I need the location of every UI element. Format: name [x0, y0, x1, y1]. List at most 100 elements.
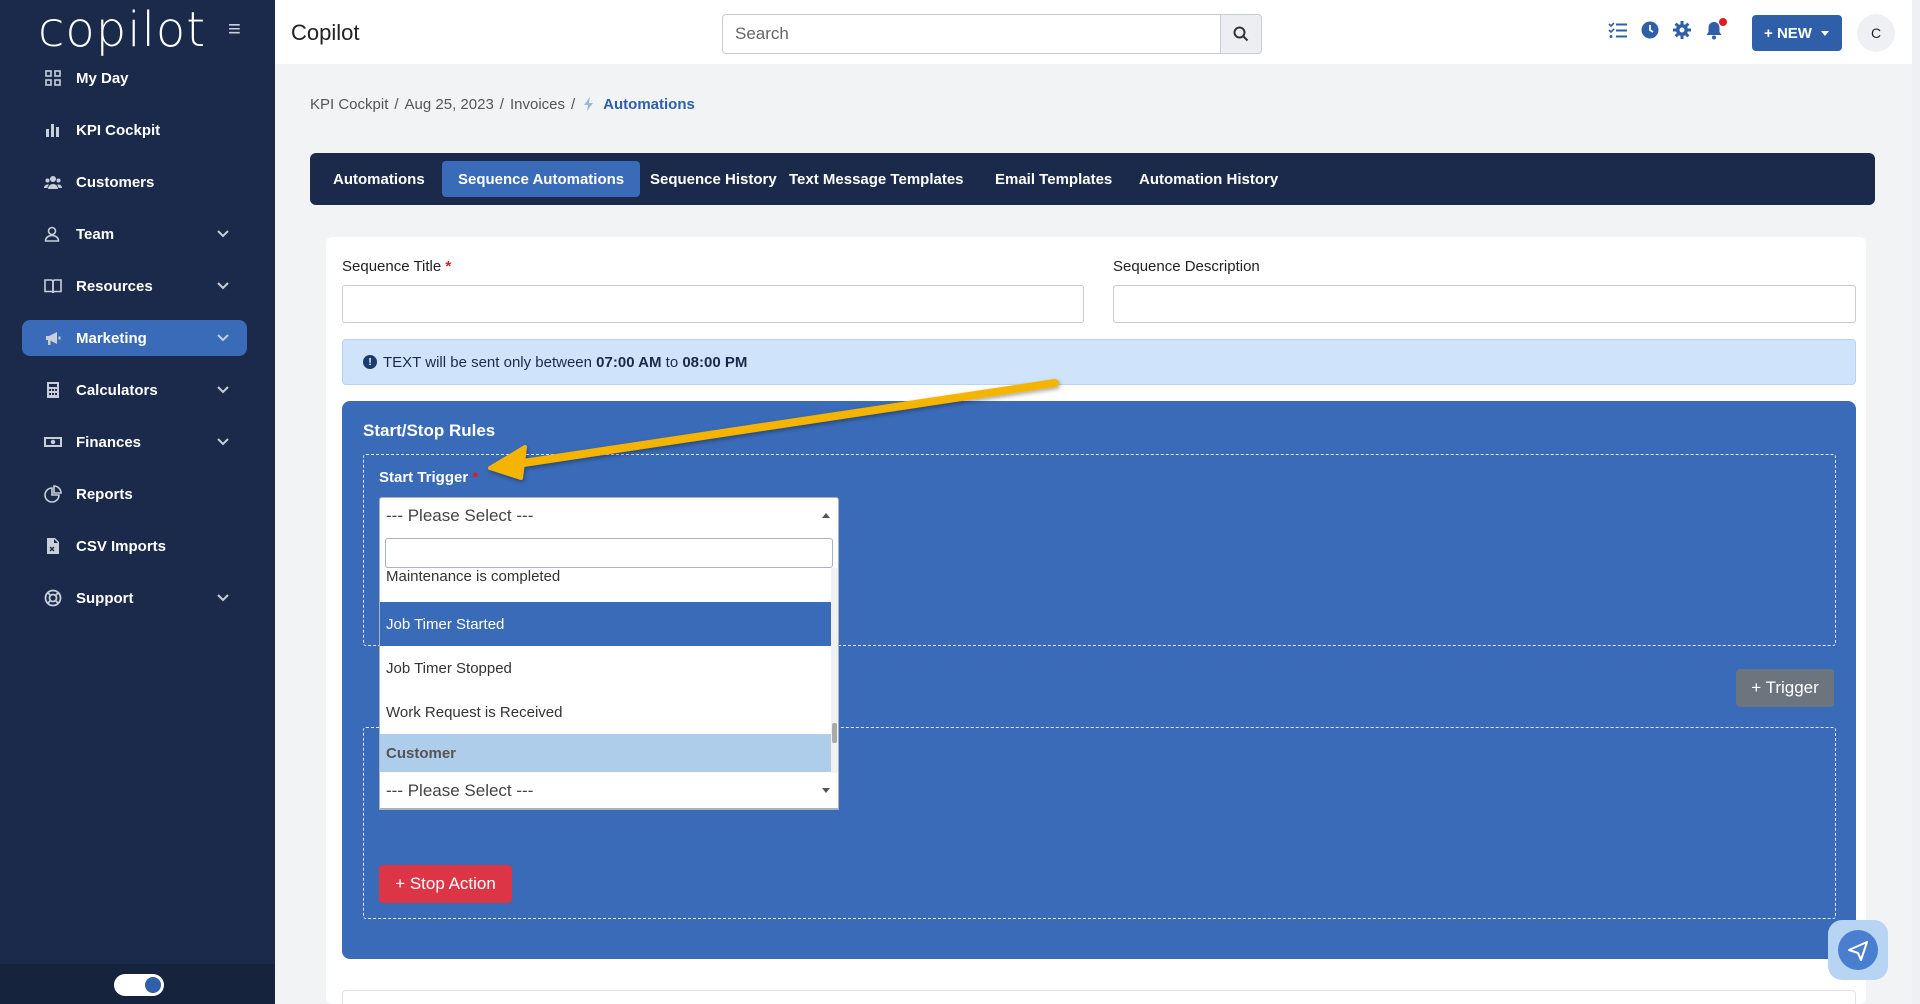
- search-icon: [1233, 26, 1249, 42]
- sidebar-item-team[interactable]: Team: [22, 216, 247, 252]
- theme-toggle[interactable]: [114, 974, 164, 996]
- sidebar-item-reports[interactable]: Reports: [22, 476, 247, 512]
- sidebar-item-label: Reports: [76, 485, 133, 503]
- info-end-time: 08:00 PM: [682, 353, 748, 371]
- sidebar-item-support[interactable]: Support: [22, 580, 247, 616]
- lightning-icon: [584, 97, 594, 111]
- new-button-label: + NEW: [1764, 24, 1812, 42]
- required-marker: *: [445, 258, 452, 275]
- breadcrumb-link[interactable]: Aug 25, 2023: [405, 96, 494, 113]
- file-csv-icon: [44, 537, 62, 555]
- clock-icon[interactable]: [1640, 20, 1660, 40]
- stop-action-select[interactable]: --- Please Select ---: [379, 773, 839, 809]
- calculator-icon: [44, 381, 62, 399]
- dropdown-option[interactable]: Maintenance is completed: [380, 568, 833, 588]
- sequence-title-label-text: Sequence Title: [342, 258, 442, 275]
- start-trigger-label-text: Start Trigger: [379, 469, 469, 486]
- caret-down-icon: [822, 788, 830, 793]
- tab-automation-history[interactable]: Automation History: [1123, 161, 1294, 197]
- dropdown-option[interactable]: Job Timer Stopped: [380, 646, 833, 690]
- sidebar-item-my-day[interactable]: My Day: [22, 60, 247, 96]
- sidebar-item-customers[interactable]: Customers: [22, 164, 247, 200]
- sequence-description-input[interactable]: [1113, 285, 1856, 323]
- sequence-title-input[interactable]: [342, 285, 1084, 323]
- gear-icon[interactable]: [1672, 20, 1692, 40]
- dropdown-search-input[interactable]: [385, 538, 833, 568]
- breadcrumb-link[interactable]: KPI Cockpit: [310, 96, 388, 113]
- sidebar-item-finances[interactable]: Finances: [22, 424, 247, 460]
- sidebar-item-kpi-cockpit[interactable]: KPI Cockpit: [22, 112, 247, 148]
- chat-button[interactable]: [1828, 920, 1888, 980]
- sidebar-nav: My Day KPI Cockpit Customers Team Resour…: [22, 60, 247, 632]
- paper-plane-icon: [1838, 930, 1878, 970]
- tab-automations[interactable]: Automations: [317, 161, 441, 197]
- tab-text-message-templates[interactable]: Text Message Templates: [773, 161, 980, 197]
- dropdown-scroll-thumb[interactable]: [832, 723, 837, 743]
- new-button[interactable]: + NEW: [1752, 15, 1842, 51]
- bell-icon[interactable]: [1704, 18, 1727, 40]
- sidebar-item-marketing[interactable]: Marketing: [22, 320, 247, 356]
- sun-icon: [145, 977, 161, 993]
- caret-up-icon: [822, 513, 830, 518]
- chevron-down-icon: [217, 594, 229, 602]
- sidebar-item-label: Resources: [76, 277, 153, 295]
- sidebar-item-csv-imports[interactable]: CSV Imports: [22, 528, 247, 564]
- sidebar-item-calculators[interactable]: Calculators: [22, 372, 247, 408]
- info-prefix: TEXT will be sent only between: [383, 353, 592, 371]
- sidebar-item-label: My Day: [76, 69, 129, 87]
- sidebar: copilot ≡ My Day KPI Cockpit Customers T…: [0, 0, 275, 1004]
- breadcrumb-link[interactable]: Invoices: [510, 96, 565, 113]
- dropdown-option-group: Customer: [380, 734, 833, 772]
- users-icon: [44, 173, 62, 191]
- lifebuoy-icon: [44, 589, 62, 607]
- sidebar-item-label: Support: [76, 589, 134, 607]
- task-list-icon[interactable]: [1608, 20, 1628, 40]
- sidebar-item-resources[interactable]: Resources: [22, 268, 247, 304]
- dropdown-option[interactable]: Job Timer Started: [380, 602, 833, 646]
- chevron-down-icon: [217, 282, 229, 290]
- chevron-down-icon: [217, 334, 229, 342]
- caret-down-icon: [1820, 31, 1829, 36]
- dropdown-option[interactable]: Work Request is Received: [380, 690, 833, 734]
- tab-bar: Automations Sequence Automations Sequenc…: [310, 153, 1875, 205]
- sidebar-item-label: Customers: [76, 173, 155, 191]
- tab-sequence-history[interactable]: Sequence History: [634, 161, 793, 197]
- start-trigger-dropdown: Maintenance is completed Job Timer Start…: [379, 534, 839, 810]
- sidebar-footer: [0, 964, 275, 1004]
- info-banner: ! TEXT will be sent only between 07:00 A…: [342, 339, 1856, 385]
- sidebar-item-label: Team: [76, 225, 115, 243]
- user-icon: [44, 225, 62, 243]
- bar-chart-icon: [44, 121, 62, 139]
- tab-sequence-automations[interactable]: Sequence Automations: [442, 161, 641, 197]
- start-trigger-label: Start Trigger *: [379, 469, 478, 486]
- select-placeholder: --- Please Select ---: [386, 780, 534, 800]
- sidebar-item-label: Marketing: [76, 329, 147, 347]
- next-section: [342, 990, 1856, 1004]
- megaphone-icon: [44, 329, 62, 347]
- sidebar-item-label: CSV Imports: [76, 537, 167, 555]
- page-title: Copilot: [291, 20, 360, 45]
- page-scrollbar[interactable]: [1912, 0, 1920, 1004]
- add-trigger-button[interactable]: + Trigger: [1736, 669, 1834, 707]
- hamburger-menu-icon[interactable]: ≡: [228, 16, 241, 42]
- breadcrumb-separator: /: [499, 96, 504, 113]
- avatar[interactable]: C: [1857, 14, 1895, 52]
- rules-title: Start/Stop Rules: [363, 421, 496, 440]
- add-stop-action-button[interactable]: + Stop Action: [379, 865, 512, 903]
- sidebar-item-label: KPI Cockpit: [76, 121, 161, 139]
- start-trigger-select[interactable]: --- Please Select ---: [379, 497, 839, 535]
- breadcrumb-current: Automations: [603, 96, 695, 113]
- top-bar: Copilot + NEW C: [275, 0, 1920, 64]
- search-button[interactable]: [1220, 14, 1262, 54]
- required-marker: *: [472, 469, 479, 486]
- info-icon: !: [363, 355, 377, 369]
- info-to: to: [665, 353, 679, 371]
- sequence-description-label: Sequence Description: [1113, 258, 1260, 275]
- tab-email-templates[interactable]: Email Templates: [979, 161, 1128, 197]
- breadcrumb-separator: /: [394, 96, 399, 113]
- top-icons: [1608, 18, 1727, 40]
- dropdown-scrollbar[interactable]: [831, 568, 838, 808]
- search-input[interactable]: [722, 14, 1220, 54]
- pie-chart-icon: [44, 485, 62, 503]
- chevron-down-icon: [217, 438, 229, 446]
